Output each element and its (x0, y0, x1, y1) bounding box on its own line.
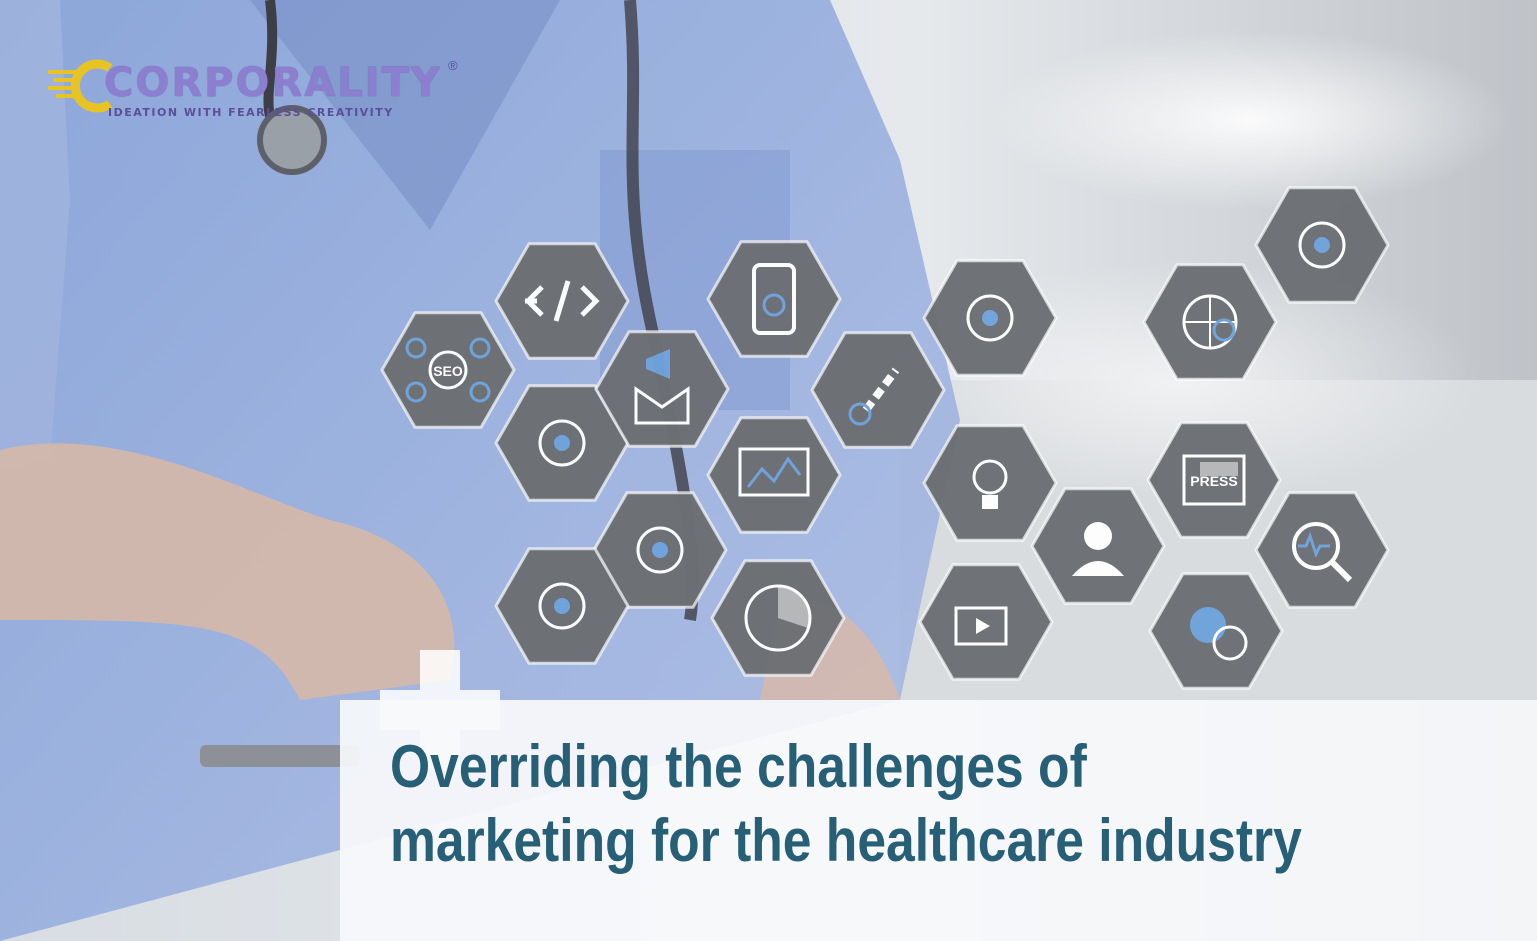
page-title: Overriding the challenges of marketing f… (390, 730, 1302, 878)
logo-wordmark: CORPORALITY (104, 60, 442, 106)
headline-banner: Overriding the challenges of marketing f… (340, 700, 1537, 941)
logo-tagline: IDEATION WITH FEARLESS CREATIVITY (108, 106, 394, 119)
brand-logo: CORPORALITY ® IDEATION WITH FEARLESS CRE… (48, 58, 478, 138)
title-line-1: Overriding the challenges of (390, 733, 1087, 800)
registered-mark: ® (448, 58, 458, 73)
seo-network-label: SEO (433, 363, 463, 379)
title-line-2: marketing for the healthcare industry (390, 807, 1302, 874)
press-news-label: PRESS (1190, 473, 1237, 489)
